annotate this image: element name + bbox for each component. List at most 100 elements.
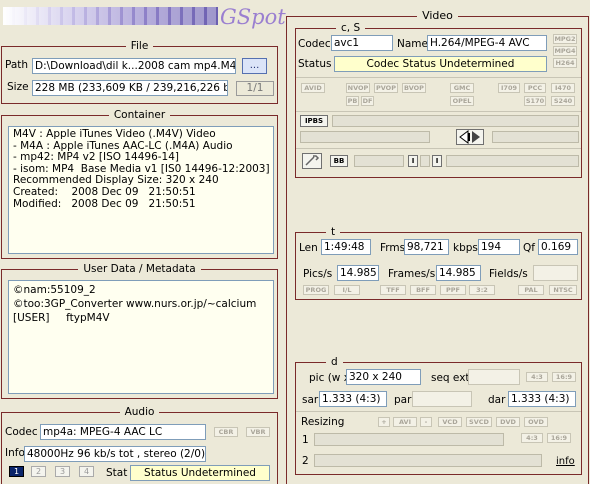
cbr-flag: CBR [214,427,238,437]
audio-info-field: 48000Hz 96 kb/s tot , stereo (2/0) [24,446,206,462]
audio-group-title: Audio [119,406,160,418]
pulldown-flag: 3:2 [469,285,495,295]
resize-ovd-button[interactable]: OVD [524,417,548,427]
divider [296,111,581,112]
pics-field: 14.985 [337,265,379,281]
resize-row-1-bar [314,433,504,446]
container-info-box[interactable]: M4V : Apple iTunes Video (.M4V) Video - … [8,126,274,254]
kbps-field: 194 [478,239,520,255]
ar-43-flag: 4:3 [526,372,548,382]
resize-row-1-label: 1 [302,434,309,446]
ar-169-flag: 16:9 [552,372,576,382]
qf-field: 0.169 [538,239,578,255]
h264-flag: H264 [553,58,577,68]
audio-track-4-button[interactable]: 4 [79,466,94,477]
s240-flag: S240 [551,96,575,106]
audio-group: Audio Codec mp4a: MPEG-4 AAC LC CBR VBR … [1,406,278,484]
timing-panel-title: t [326,226,341,238]
resizing-label: Resizing [301,416,345,428]
container-line: M4V : Apple iTunes Video (.M4V) Video [13,128,216,140]
pvop-flag: PVOP [374,83,398,93]
nvop-flag: NVOP [346,83,370,93]
frames-field: 14.985 [436,265,481,281]
divider [296,77,581,78]
video-status-label: Status [298,58,332,70]
metadata-line: ©too:3GP_Converter www.nurs.or.jp/~calci… [13,298,257,310]
frms-label: Frms [380,242,406,254]
dar-label: dar [488,394,506,406]
frames-label: Frames/s [388,268,436,280]
bff-flag: BFF [410,285,436,295]
seqext-field [468,369,520,385]
audio-codec-field: mp4a: MPEG-4 AAC LC [40,424,206,440]
path-field[interactable]: D:\Download\dil k...2008 cam mp4.M4V [32,58,236,74]
pcc-flag: PCC [524,83,546,93]
codec-panel: c, S Codec avc1 Name H.264/MPEG-4 AVC MP… [295,22,582,178]
kbps-label: kbps [453,242,478,254]
timing-panel: t Len 1:49:48 Frms 98,721 kbps 194 Qf 0.… [295,226,582,300]
pics-label: Pics/s [303,268,333,280]
len-field: 1:49:48 [321,239,371,255]
info-link[interactable]: info [556,455,575,469]
frame-bar-right [492,131,579,143]
pal-flag: PAL [518,285,544,295]
metadata-line: [USER] ftypM4V [13,312,110,324]
resize-ar-43-flag: 4:3 [521,433,543,443]
len-label: Len [299,242,318,254]
df-flag: DF [361,96,374,106]
pic-label: pic (w x [309,372,350,384]
logo: GSpot [220,5,286,29]
resize-ar-169-flag: 16:9 [547,433,571,443]
divider [296,148,581,149]
frame-nav-icon[interactable] [456,129,484,145]
prog-flag: PROG [303,285,329,295]
i470-flag: I470 [551,83,575,93]
sar-label: sar [302,394,319,406]
qf-label: Qf [523,242,535,254]
audio-codec-label: Codec [5,426,38,438]
ntsc-flag: NTSC [549,285,577,295]
size-field: 228 MB (233,609 KB / 239,216,226 byte [32,80,228,96]
dar-field: 1.333 (4:3) [508,391,576,407]
i-left-indicator: I [408,155,418,167]
audio-track-2-button[interactable]: 2 [31,466,46,477]
audio-track-3-button[interactable]: 3 [55,466,70,477]
dimensions-panel: d pic (w x 320 x 240 seq ext 4:3 16:9 sa… [295,356,582,475]
pic-field: 320 x 240 [346,369,421,385]
resize-minus-button[interactable]: - [420,417,432,427]
ipbs-indicator: IPBS [300,115,328,127]
gop-bar-3 [446,155,579,167]
bvop-flag: BVOP [402,83,426,93]
logo-strip-stripes [3,7,218,25]
resize-avi-button[interactable]: AVI [393,417,417,427]
divider [296,411,581,412]
video-name-field: H.264/MPEG-4 AVC [427,35,547,51]
seqext-label: seq ext [431,372,470,384]
bb-indicator: BB [330,155,348,167]
metadata-box[interactable]: ©nam:55109_2 ©too:3GP_Converter www.nurs… [8,280,274,394]
fields-label: Fields/s [489,268,528,280]
video-group: Video c, S Codec avc1 Name H.264/MPEG-4 … [286,9,589,484]
frame-bar-left [300,131,430,143]
video-name-label: Name [397,38,428,50]
audio-stat-label: Stat [106,467,128,479]
tff-flag: TFF [380,285,406,295]
fields-field [533,265,578,281]
audio-info-label: Info [5,447,25,459]
mpg2-flag: MPG2 [553,34,577,44]
wrench-icon[interactable] [302,153,322,169]
browse-button[interactable]: ... [242,58,267,74]
resize-dvd-button[interactable]: DVD [496,417,520,427]
ppf-flag: PPF [440,285,466,295]
resize-svcd-button[interactable]: SVCD [466,417,492,427]
mpg4-flag: MPG4 [553,46,577,56]
i709-flag: I709 [498,83,520,93]
avid-flag: AVID [301,83,325,93]
i-right-indicator: I [432,155,442,167]
container-line: Created: 2008 Dec 09 21:50:51 [13,185,196,198]
resize-vcd-button[interactable]: VCD [438,417,462,427]
interlace-flag: I/L [334,285,360,295]
frame-bar-top [332,115,579,127]
resize-plus-button[interactable]: + [378,417,390,427]
audio-track-1-button[interactable]: 1 [9,466,24,477]
